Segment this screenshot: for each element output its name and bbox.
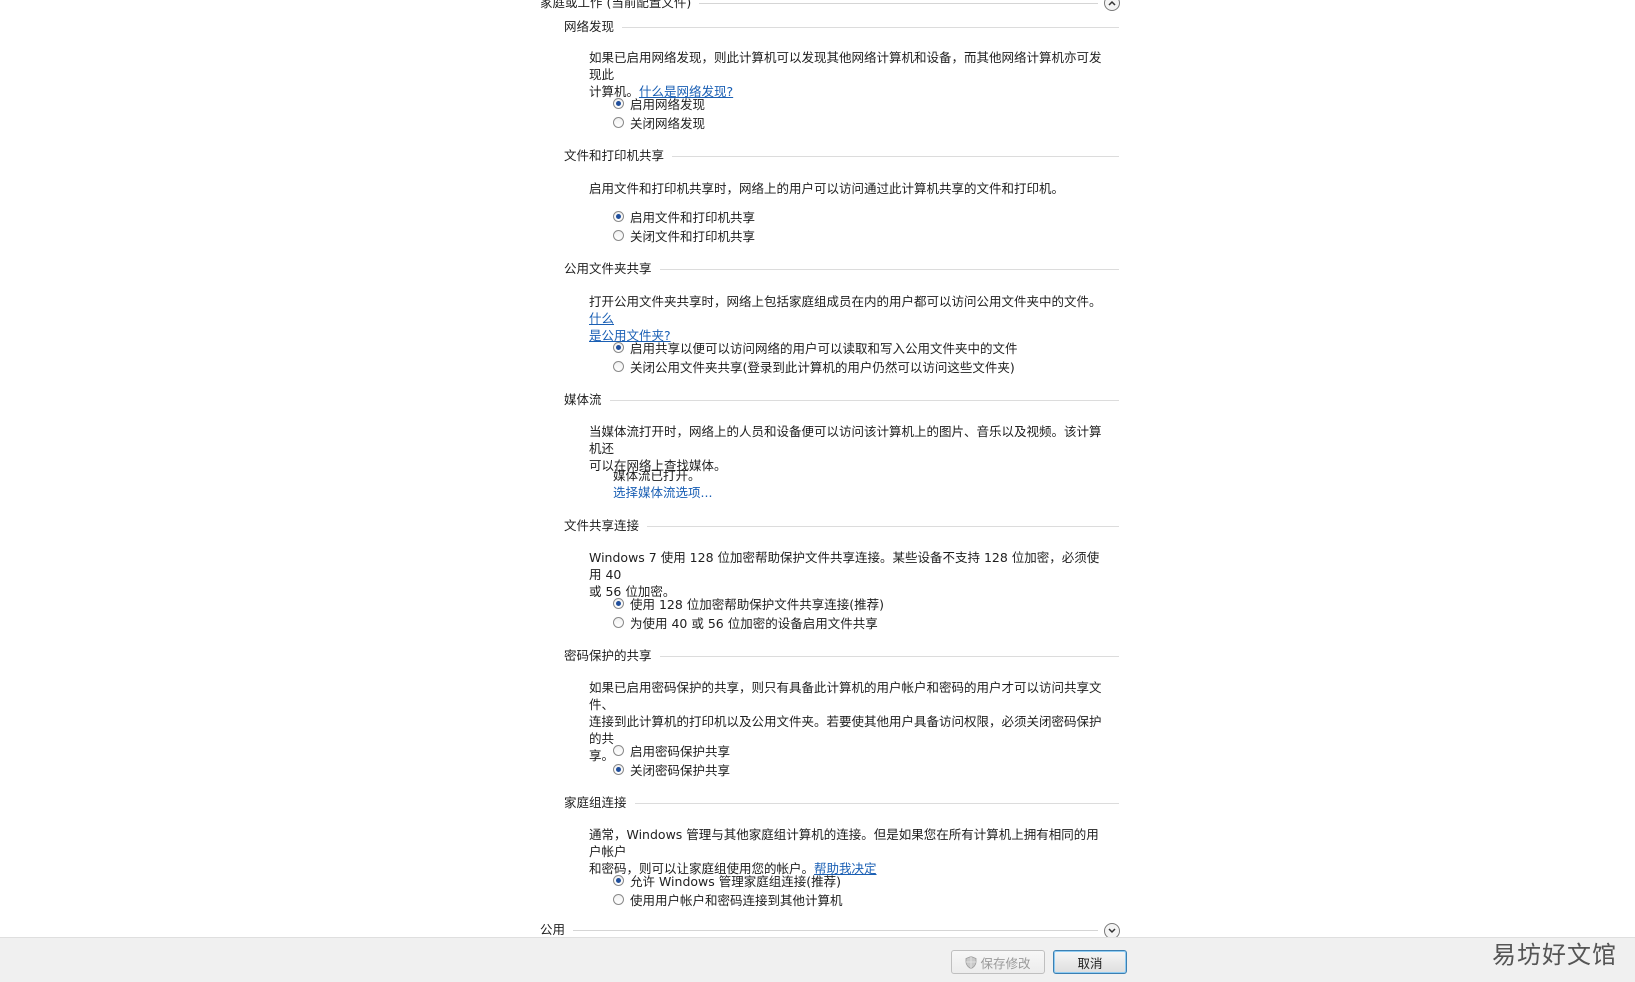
public-group-title: 公用 (540, 921, 574, 937)
file-sharing-connections-description: Windows 7 使用 128 位加密帮助保护文件共享连接。某些设备不支持 1… (589, 550, 1100, 599)
home-group-header[interactable]: 家庭或工作 (当前配置文件) (540, 0, 1120, 14)
section-title-media-streaming: 媒体流 (564, 391, 1119, 411)
radio-selected-icon[interactable] (613, 874, 624, 886)
homegroup-connections-description: 通常，Windows 管理与其他家庭组计算机的连接。但是如果您在所有计算机上拥有… (589, 827, 1099, 876)
media-streaming-status: 媒体流已打开。 (613, 468, 701, 483)
radio-enable-password-protected-sharing[interactable]: 启用密码保护共享 (613, 741, 730, 759)
radio-disable-network-discovery[interactable]: 关闭网络发现 (613, 113, 705, 131)
public-folder-sharing-description: 打开公用文件夹共享时，网络上包括家庭组成员在内的用户都可以访问公用文件夹中的文件… (589, 294, 1102, 343)
radio-enable-file-printer-sharing[interactable]: 启用文件和打印机共享 (613, 207, 755, 225)
chevron-up-icon[interactable] (1104, 0, 1120, 11)
radio-windows-manage-homegroup[interactable]: 允许 Windows 管理家庭组连接(推荐) (613, 871, 841, 889)
section-title-password-protected-sharing: 密码保护的共享 (564, 647, 1119, 667)
radio-128-bit-encryption[interactable]: 使用 128 位加密帮助保护文件共享连接(推荐) (613, 594, 884, 612)
radio-unselected-icon[interactable] (613, 360, 624, 372)
radio-selected-icon[interactable] (613, 763, 624, 775)
group-divider (540, 930, 1098, 931)
radio-disable-password-protected-sharing[interactable]: 关闭密码保护共享 (613, 760, 730, 778)
site-watermark: 易坊好文馆 (1492, 941, 1617, 969)
chevron-down-icon[interactable] (1104, 923, 1120, 937)
radio-unselected-icon[interactable] (613, 744, 624, 756)
radio-enable-public-folder-sharing[interactable]: 启用共享以便可以访问网络的用户可以读取和写入公用文件夹中的文件 (613, 338, 1018, 356)
radio-40-56-bit-encryption[interactable]: 为使用 40 或 56 位加密的设备启用文件共享 (613, 613, 878, 631)
public-group-header[interactable]: 公用 (540, 921, 1120, 937)
radio-unselected-icon[interactable] (613, 893, 624, 905)
radio-selected-icon[interactable] (613, 97, 624, 109)
radio-disable-public-folder-sharing[interactable]: 关闭公用文件夹共享(登录到此计算机的用户仍然可以访问这些文件夹) (613, 357, 1015, 375)
radio-selected-icon[interactable] (613, 341, 624, 353)
radio-unselected-icon[interactable] (613, 116, 624, 128)
radio-use-user-accounts[interactable]: 使用用户帐户和密码连接到其他计算机 (613, 890, 843, 908)
radio-unselected-icon[interactable] (613, 229, 624, 241)
network-discovery-description: 如果已启用网络发现，则此计算机可以发现其他网络计算机和设备，而其他网络计算机亦可… (589, 50, 1102, 99)
advanced-sharing-settings-panel: 家庭或工作 (当前配置文件) 网络发现 如果已启用网络发现，则此计算机可以发现其… (0, 0, 1635, 937)
footer-bar: 保存修改 取消 (0, 937, 1635, 982)
radio-enable-network-discovery[interactable]: 启用网络发现 (613, 94, 705, 112)
section-title-public-folder-sharing: 公用文件夹共享 (564, 260, 1119, 280)
section-title-file-sharing-connections: 文件共享连接 (564, 517, 1119, 537)
radio-selected-icon[interactable] (613, 597, 624, 609)
section-title-homegroup-connections: 家庭组连接 (564, 794, 1119, 814)
cancel-button[interactable]: 取消 (1053, 950, 1127, 974)
radio-selected-icon[interactable] (613, 210, 624, 222)
file-printer-sharing-description: 启用文件和打印机共享时，网络上的用户可以访问通过此计算机共享的文件和打印机。 (589, 181, 1065, 196)
radio-unselected-icon[interactable] (613, 616, 624, 628)
uac-shield-icon (965, 955, 977, 969)
what-is-public-folder-link[interactable]: 什么 (589, 311, 614, 326)
home-group-title: 家庭或工作 (当前配置文件) (540, 0, 700, 12)
section-title-network-discovery: 网络发现 (564, 18, 1119, 38)
choose-media-streaming-options-link[interactable]: 选择媒体流选项... (613, 484, 712, 501)
radio-disable-file-printer-sharing[interactable]: 关闭文件和打印机共享 (613, 226, 755, 244)
save-changes-button[interactable]: 保存修改 (951, 950, 1045, 974)
section-title-file-printer-sharing: 文件和打印机共享 (564, 147, 1119, 167)
